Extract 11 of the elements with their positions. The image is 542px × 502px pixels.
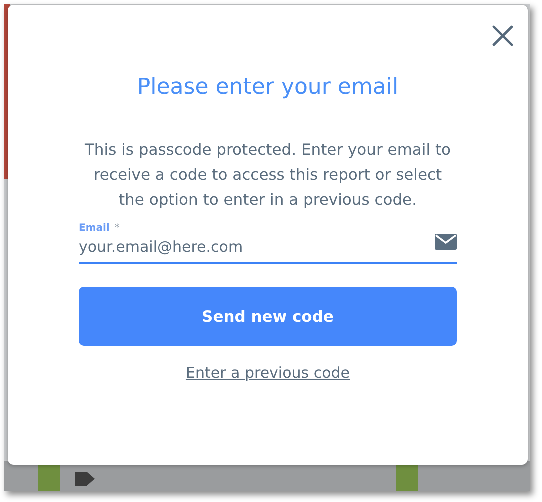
send-code-button[interactable]: Send new code [79,287,457,346]
dialog-message: This is passcode protected. Enter your email to receive a code to access this report or select the option to enter in a previous code. [84,140,452,211]
background-panel [396,463,418,491]
envelope-icon [435,234,457,250]
close-icon[interactable] [492,25,514,47]
previous-code-link[interactable]: Enter a previous code [186,364,350,382]
background-panel [38,463,60,491]
field-label: Email [79,223,110,234]
required-mark: * [114,223,120,234]
dialog-title: Please enter your email [137,75,399,100]
tag-icon [74,471,96,487]
